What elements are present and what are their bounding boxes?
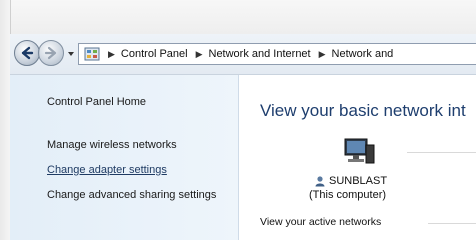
breadcrumb-separator[interactable]: ▶	[319, 49, 326, 60]
tasks-pane: Control Panel Home Manage wireless netwo…	[10, 75, 239, 240]
title-bar	[0, 0, 476, 35]
back-button[interactable]	[14, 40, 40, 66]
control-panel-icon	[84, 47, 100, 61]
forward-button[interactable]	[38, 40, 64, 66]
breadcrumb-separator[interactable]: ▶	[108, 49, 115, 60]
change-advanced-sharing-settings-link[interactable]: Change advanced sharing settings	[47, 188, 227, 202]
control-panel-home-link[interactable]: Control Panel Home	[47, 95, 146, 109]
change-adapter-settings-link[interactable]: Change adapter settings	[47, 163, 167, 177]
breadcrumb-network-and-sharing[interactable]: Network and	[332, 48, 394, 60]
breadcrumb-network-and-internet[interactable]: Network and Internet	[209, 48, 311, 60]
main-content: View your basic network int SUNBLAST (Th…	[239, 75, 476, 240]
breadcrumb-control-panel[interactable]: Control Panel	[121, 48, 188, 60]
address-bar[interactable]: ▶ Control Panel ▶ Network and Internet ▶…	[78, 43, 476, 65]
computer-name: SUNBLAST	[314, 175, 387, 187]
network-map-line	[407, 152, 476, 153]
user-icon	[315, 176, 325, 187]
this-computer-label: (This computer)	[309, 189, 387, 201]
page-title: View your basic network int	[260, 101, 466, 120]
window: ▶ Control Panel ▶ Network and Internet ▶…	[0, 0, 476, 240]
forward-arrow-icon	[44, 46, 57, 60]
active-networks-heading: View your active networks	[260, 216, 382, 228]
computer-name-text: SUNBLAST	[329, 175, 388, 187]
active-networks-divider	[428, 223, 476, 224]
navigation-bar: ▶ Control Panel ▶ Network and Internet ▶…	[10, 34, 476, 75]
manage-wireless-networks-link[interactable]: Manage wireless networks	[47, 138, 177, 152]
recent-pages-dropdown[interactable]	[67, 50, 75, 58]
back-arrow-icon	[21, 46, 34, 60]
computer-icon[interactable]	[342, 137, 376, 167]
breadcrumb-separator[interactable]: ▶	[196, 49, 203, 60]
